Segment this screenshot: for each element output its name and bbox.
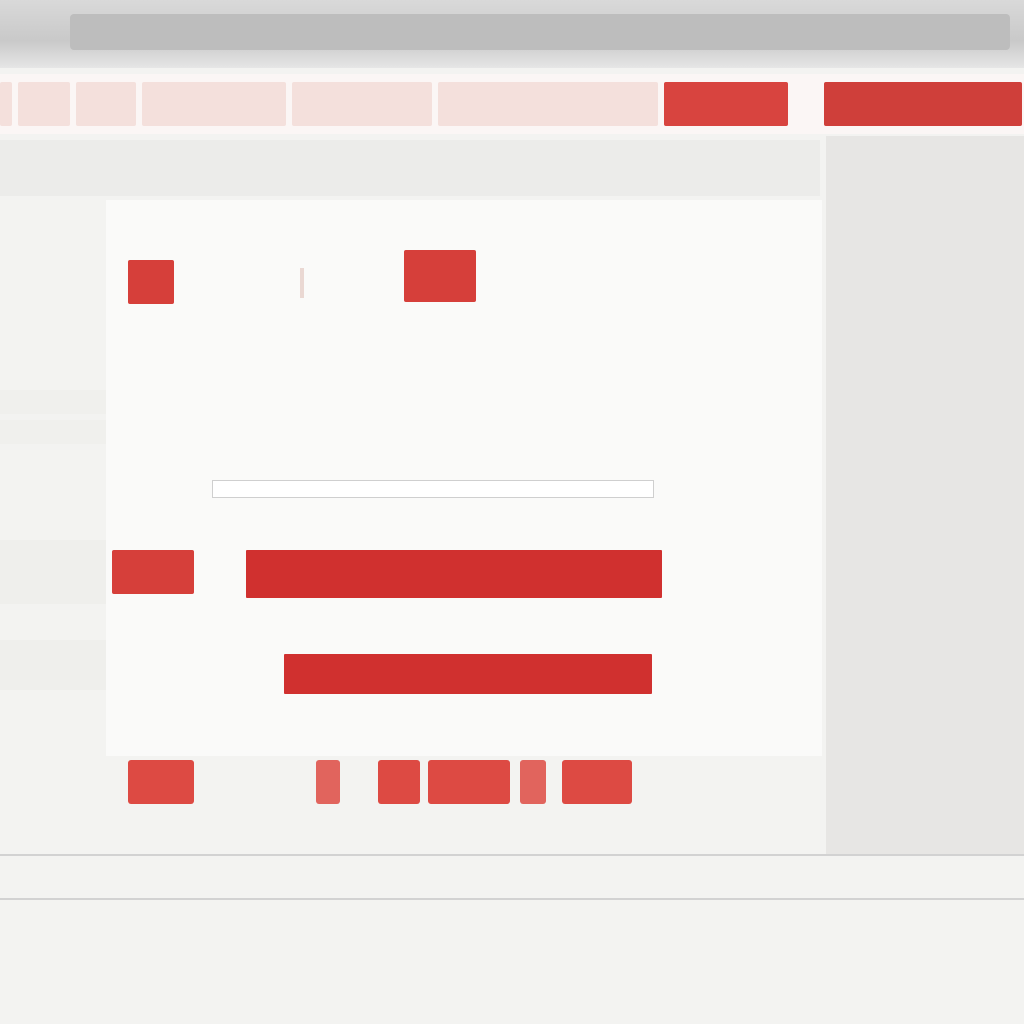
tab-pill-4[interactable] [428,760,510,804]
tab-pill-1[interactable] [128,760,194,804]
address-bar[interactable] [70,14,1010,50]
nav-item-active[interactable] [664,82,788,126]
row7-highlighted-field[interactable] [284,654,652,694]
nav-header-button[interactable] [824,82,1022,126]
tab-pill-2[interactable] [316,760,340,804]
row6-highlighted-field[interactable] [246,550,662,598]
tab-pill-3[interactable] [378,760,420,804]
top-navigation [0,74,1024,134]
right-sidebar [826,136,1024,856]
page-header-band [0,140,820,196]
row5-input-a[interactable] [212,480,654,498]
separator [300,268,304,298]
divider [0,854,1024,856]
nav-item-1[interactable] [0,82,12,126]
divider [0,898,1024,900]
row2-button-a[interactable] [128,260,174,304]
tab-pill-5[interactable] [520,760,546,804]
nav-item-4[interactable] [142,82,286,126]
row2-button-b[interactable] [404,250,476,302]
tab-pill-6[interactable] [562,760,632,804]
row6-button[interactable] [112,550,194,594]
nav-item-2[interactable] [18,82,70,126]
browser-toolbar [0,0,1024,68]
nav-item-3[interactable] [76,82,136,126]
nav-item-5[interactable] [292,82,432,126]
nav-item-6[interactable] [438,82,658,126]
